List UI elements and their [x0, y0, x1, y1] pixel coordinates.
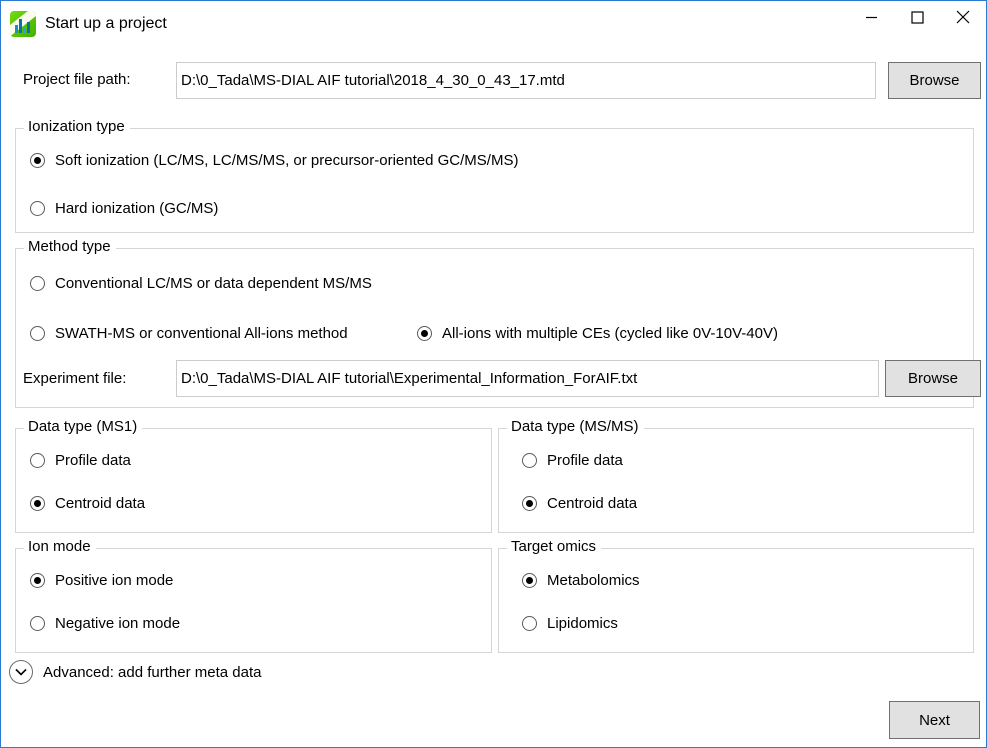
data-type-ms1-group: Data type (MS1): [15, 418, 492, 533]
ion-mode-group: Ion mode: [15, 538, 492, 653]
project-file-browse-button[interactable]: Browse: [888, 62, 981, 99]
radio-dot: [30, 573, 45, 588]
project-file-path-label: Project file path:: [23, 71, 131, 88]
radio-dot: [522, 453, 537, 468]
title-bar: Start up a project: [1, 1, 986, 47]
project-file-path-input[interactable]: [176, 62, 876, 99]
radio-label: Hard ionization (GC/MS): [55, 200, 219, 217]
method-type-title: Method type: [24, 238, 116, 255]
minimize-button[interactable]: [848, 1, 894, 33]
radio-negative-ion-mode[interactable]: Negative ion mode: [30, 615, 180, 632]
radio-dot: [522, 573, 537, 588]
radio-dot: [30, 496, 45, 511]
radio-dot: [30, 326, 45, 341]
radio-dot: [30, 276, 45, 291]
radio-dot: [522, 496, 537, 511]
radio-dot: [522, 616, 537, 631]
ionization-type-group: Ionization type: [15, 118, 974, 233]
ionization-type-title: Ionization type: [24, 118, 130, 135]
ion-mode-title: Ion mode: [24, 538, 96, 555]
radio-ms1-centroid-data[interactable]: Centroid data: [30, 495, 145, 512]
maximize-icon: [910, 10, 924, 24]
radio-dot: [417, 326, 432, 341]
experiment-file-label: Experiment file:: [23, 370, 127, 387]
chevron-down-icon: [9, 660, 33, 684]
radio-label: Centroid data: [55, 495, 146, 512]
radio-dot: [30, 616, 45, 631]
radio-label: Metabolomics: [547, 572, 640, 589]
radio-positive-ion-mode[interactable]: Positive ion mode: [30, 572, 173, 589]
radio-dot: [30, 153, 45, 168]
advanced-meta-data-expander[interactable]: Advanced: add further meta data: [9, 660, 261, 684]
radio-lipidomics[interactable]: Lipidomics: [522, 615, 618, 632]
target-omics-title: Target omics: [507, 538, 602, 555]
radio-swath-ms[interactable]: SWATH-MS or conventional All-ions method: [30, 325, 402, 342]
radio-label: All-ions with multiple CEs (cycled like …: [442, 325, 778, 342]
radio-label: Positive ion mode: [55, 572, 174, 589]
close-button[interactable]: [940, 1, 986, 33]
maximize-button[interactable]: [894, 1, 940, 33]
radio-hard-ionization[interactable]: Hard ionization (GC/MS): [30, 200, 218, 217]
next-button[interactable]: Next: [889, 701, 980, 739]
radio-metabolomics[interactable]: Metabolomics: [522, 572, 640, 589]
radio-label: Soft ionization (LC/MS, LC/MS/MS, or pre…: [55, 152, 519, 169]
minimize-icon: [865, 16, 877, 18]
msdial-app-icon: [10, 11, 36, 37]
radio-all-ions-multiple-ces[interactable]: All-ions with multiple CEs (cycled like …: [417, 325, 778, 342]
data-type-ms1-title: Data type (MS1): [24, 418, 143, 435]
app-icon-bars: [15, 18, 32, 33]
radio-dot: [30, 453, 45, 468]
target-omics-group: Target omics: [498, 538, 974, 653]
window-title: Start up a project: [45, 15, 167, 32]
title-bar-left: Start up a project: [1, 1, 167, 39]
start-up-project-window: Start up a project Project file path: D:…: [0, 0, 987, 748]
radio-label: Profile data: [55, 452, 131, 469]
experiment-file-input[interactable]: [176, 360, 879, 397]
advanced-meta-data-label: Advanced: add further meta data: [43, 663, 262, 681]
window-controls: [848, 1, 986, 33]
radio-label: Conventional LC/MS or data dependent MS/…: [55, 275, 372, 292]
radio-label: Profile data: [547, 452, 623, 469]
experiment-file-browse-button[interactable]: Browse: [885, 360, 981, 397]
data-type-msms-title: Data type (MS/MS): [507, 418, 644, 435]
radio-soft-ionization[interactable]: Soft ionization (LC/MS, LC/MS/MS, or pre…: [30, 152, 518, 169]
radio-label: Negative ion mode: [55, 615, 181, 632]
data-type-msms-group: Data type (MS/MS): [498, 418, 974, 533]
radio-msms-profile-data[interactable]: Profile data: [522, 452, 623, 469]
radio-msms-centroid-data[interactable]: Centroid data: [522, 495, 637, 512]
radio-dot: [30, 201, 45, 216]
radio-label: Centroid data: [547, 495, 638, 512]
radio-label: Lipidomics: [547, 615, 618, 632]
radio-ms1-profile-data[interactable]: Profile data: [30, 452, 131, 469]
radio-label: SWATH-MS or conventional All-ions method: [55, 325, 348, 342]
radio-conventional-lcms[interactable]: Conventional LC/MS or data dependent MS/…: [30, 275, 372, 292]
close-icon: [956, 10, 970, 24]
